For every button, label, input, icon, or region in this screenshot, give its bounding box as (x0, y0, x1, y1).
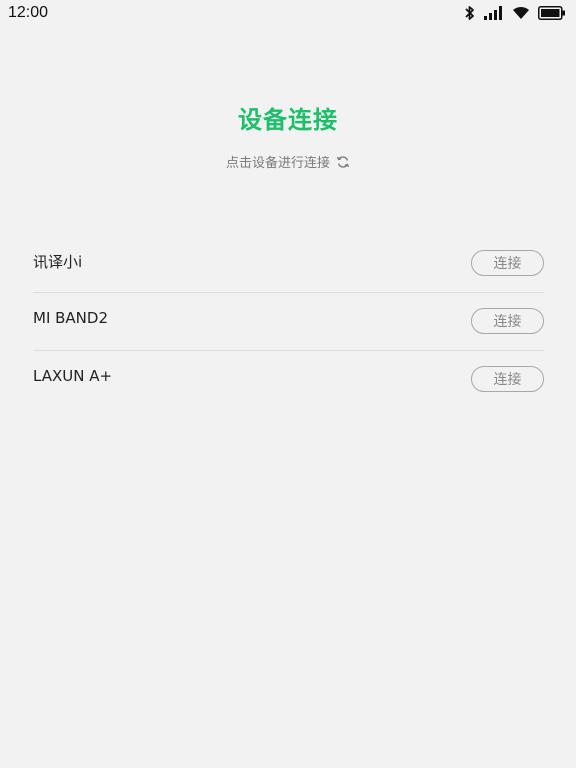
status-bar: 12:00 (0, 0, 576, 26)
wifi-icon (512, 6, 530, 20)
signal-icon (484, 6, 504, 20)
page-title: 设备连接 (238, 106, 338, 134)
connect-button[interactable]: 连接 (471, 308, 544, 334)
bluetooth-icon (464, 5, 476, 21)
device-name: MI BAND2 (33, 309, 108, 327)
device-connect-screen: 12:00 设备连接 点击设备进行连接 讯译小i 连接 MI BAND2 连接 … (0, 0, 576, 768)
refresh-icon[interactable] (336, 155, 350, 169)
device-row[interactable]: MI BAND2 连接 (33, 293, 544, 351)
subtitle-text: 点击设备进行连接 (225, 156, 330, 171)
device-name: LAXUN A+ (33, 367, 113, 385)
device-row[interactable]: LAXUN A+ 连接 (33, 351, 544, 408)
battery-icon (538, 6, 566, 20)
device-name: 讯译小i (33, 253, 83, 271)
status-icons (464, 4, 566, 22)
device-list: 讯译小i 连接 MI BAND2 连接 LAXUN A+ 连接 (33, 235, 544, 408)
connect-button[interactable]: 连接 (471, 250, 544, 276)
status-time: 12:00 (8, 4, 49, 21)
connect-button[interactable]: 连接 (471, 366, 544, 392)
subtitle-row: 点击设备进行连接 (0, 152, 576, 171)
device-row[interactable]: 讯译小i 连接 (33, 235, 544, 293)
